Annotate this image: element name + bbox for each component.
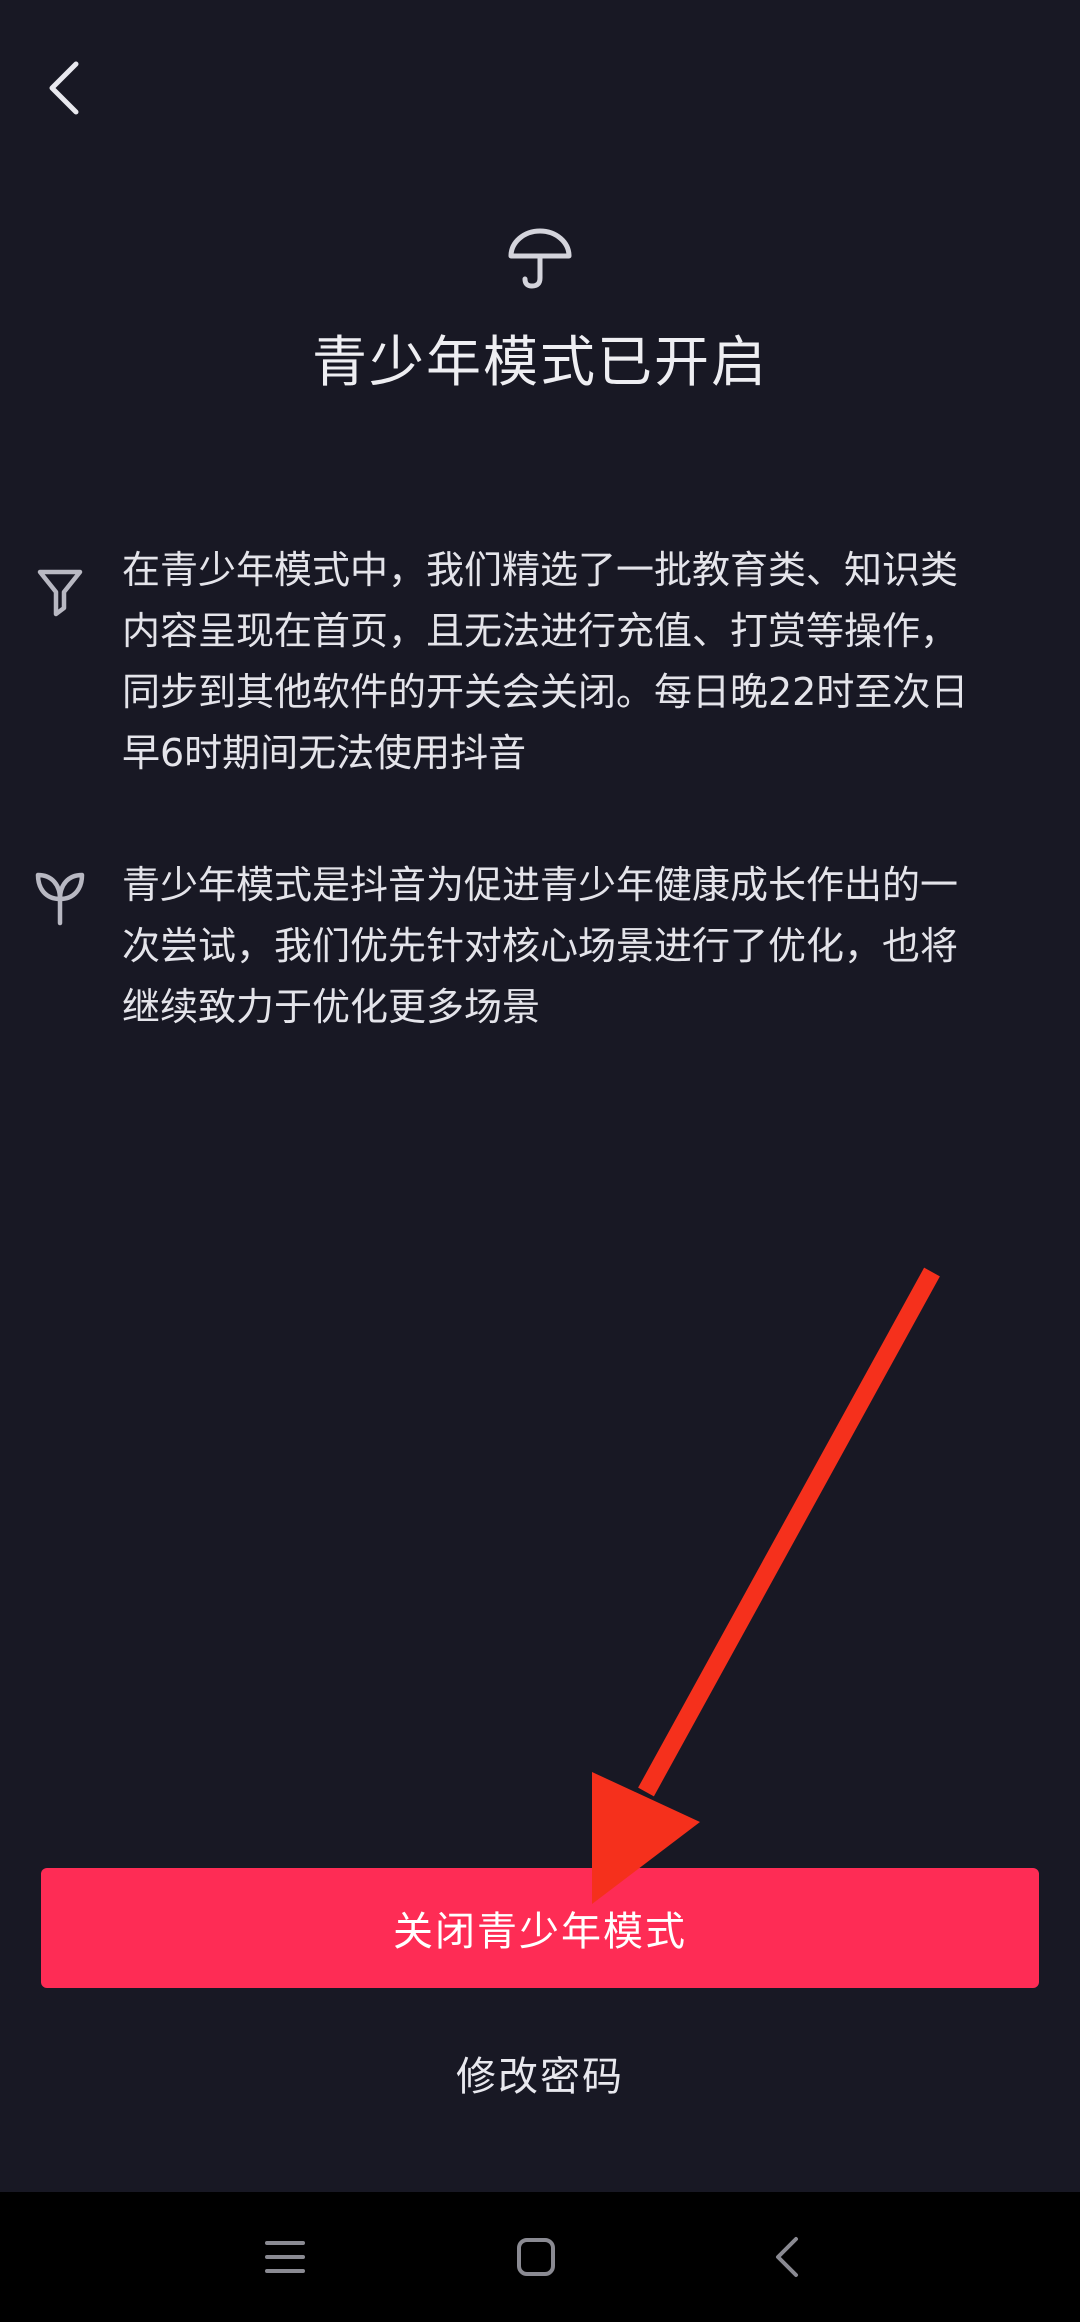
back-button[interactable] [28,52,100,124]
menu-icon [265,2241,305,2273]
info-line: 在青少年模式中，我们精选了一批教育类、知识类 [122,548,959,592]
sprout-icon [35,872,85,926]
nav-back-button[interactable] [748,2217,828,2297]
nav-home-button[interactable] [496,2217,576,2297]
info-line: 同步到其他软件的开关会关闭。每日晚22时至次日 [122,670,969,714]
home-square-icon [517,2238,555,2276]
umbrella-icon [508,228,572,289]
nav-menu-button[interactable] [245,2217,325,2297]
info-line: 早6时期间无法使用抖音 [122,731,527,775]
chevron-left-icon [49,61,79,115]
info-line: 内容呈现在首页，且无法进行充值、打赏等操作， [122,609,959,653]
info-text-content-filter: 在青少年模式中，我们精选了一批教育类、知识类 内容呈现在首页，且无法进行充值、打… [122,540,1040,784]
back-chevron-icon [776,2237,798,2277]
change-password-button[interactable]: 修改密码 [340,2036,740,2118]
close-teen-mode-button[interactable]: 关闭青少年模式 [41,1868,1039,1988]
info-text-healthy-growth: 青少年模式是抖音为促进青少年健康成长作出的一 次尝试，我们优先针对核心场景进行了… [122,855,1040,1038]
info-line: 青少年模式是抖音为促进青少年健康成长作出的一 [122,863,959,907]
info-line: 继续致力于优化更多场景 [122,985,541,1029]
filter-icon [37,569,83,617]
page-title: 青少年模式已开启 [311,330,768,394]
info-line: 次尝试，我们优先针对核心场景进行了优化，也将 [122,924,959,968]
teen-mode-page: 青少年模式已开启 在青少年模式中，我们精选了一批教育类、知识类 内容呈现在首页，… [0,0,1080,2322]
system-nav-bar [0,2192,1080,2322]
